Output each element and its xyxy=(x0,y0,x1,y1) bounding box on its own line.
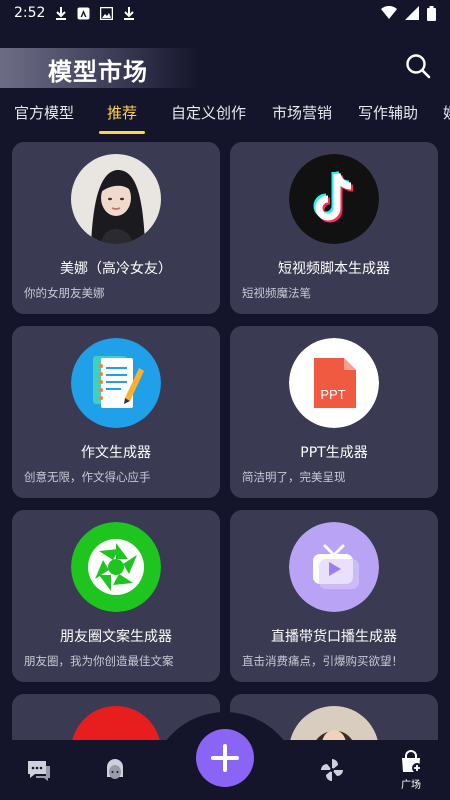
notebook-pencil-icon xyxy=(71,338,161,428)
model-card-essay-generator[interactable]: 作文生成器 创意无限，作文得心应手 xyxy=(12,326,220,498)
tab-marketing[interactable]: 市场营销 xyxy=(272,102,332,123)
card-description: 创意无限，作文得心应手 xyxy=(24,470,151,484)
app-notification-icon xyxy=(77,7,90,19)
card-title: 美娜（高冷女友） xyxy=(60,261,172,277)
chat-icon xyxy=(28,761,50,781)
model-card-livestream-copy[interactable]: 直播带货口播生成器 直击消费痛点，引爆购买欲望！ xyxy=(230,510,438,682)
tab-writing-assist[interactable]: 写作辅助 xyxy=(358,102,418,123)
signal-icon xyxy=(405,6,419,20)
nav-plaza[interactable]: 广场 xyxy=(381,740,441,800)
camera-aperture-icon xyxy=(71,522,161,612)
model-card-short-video-script[interactable]: 短视频脚本生成器 短视频魔法笔 xyxy=(230,142,438,314)
ppt-badge-text: PPT xyxy=(320,387,345,402)
active-tab-indicator xyxy=(99,131,145,134)
battery-icon xyxy=(427,5,436,21)
tab-recommended[interactable]: 推荐 xyxy=(107,102,137,123)
nav-character[interactable] xyxy=(85,740,145,800)
status-time: 2:52 xyxy=(14,5,46,21)
tab-entertainment[interactable]: 娱 xyxy=(443,102,450,123)
tiktok-logo-icon xyxy=(289,154,379,244)
portrait-girl-icon xyxy=(71,154,161,244)
model-card-moments-copy[interactable]: 朋友圈文案生成器 朋友圈，我为你创造最佳文案 xyxy=(12,510,220,682)
tab-custom-creation[interactable]: 自定义创作 xyxy=(171,102,246,123)
photo-icon xyxy=(100,6,114,20)
model-card-ppt-generator[interactable]: PPT PPT生成器 简洁明了，完美呈现 xyxy=(230,326,438,498)
pinwheel-icon xyxy=(321,759,343,781)
page-title: 模型市场 xyxy=(48,58,148,86)
character-icon xyxy=(107,759,123,779)
status-bar: 2:52 xyxy=(0,0,450,26)
header: 模型市场 xyxy=(0,40,450,96)
card-title: 朋友圈文案生成器 xyxy=(60,629,172,645)
plus-icon xyxy=(211,744,239,772)
tv-play-icon xyxy=(289,522,379,612)
download-icon xyxy=(56,7,67,20)
plaza-icon xyxy=(402,749,422,773)
card-title: 作文生成器 xyxy=(81,445,151,461)
card-description: 简洁明了，完美呈现 xyxy=(242,470,346,484)
card-title: 直播带货口播生成器 xyxy=(271,629,397,645)
create-button[interactable] xyxy=(196,729,254,787)
card-description: 直击消费痛点，引爆购买欲望！ xyxy=(242,654,403,668)
card-title: PPT生成器 xyxy=(300,445,368,461)
card-description: 你的女朋友美娜 xyxy=(24,286,105,300)
card-title: 短视频脚本生成器 xyxy=(278,261,390,277)
nav-chat[interactable] xyxy=(9,740,69,800)
search-icon[interactable] xyxy=(404,52,432,80)
nav-plaza-label: 广场 xyxy=(401,779,421,791)
card-description: 短视频魔法笔 xyxy=(242,286,311,300)
tab-official-models[interactable]: 官方模型 xyxy=(14,102,74,123)
ppt-file-icon: PPT xyxy=(289,338,379,428)
wifi-icon xyxy=(381,6,397,19)
card-description: 朋友圈，我为你创造最佳文案 xyxy=(24,654,174,668)
download-icon xyxy=(124,7,135,20)
model-card-meina[interactable]: 美娜（高冷女友） 你的女朋友美娜 xyxy=(12,142,220,314)
category-tabs: 官方模型 推荐 自定义创作 市场营销 写作辅助 娱 xyxy=(0,98,450,138)
nav-discover[interactable] xyxy=(302,740,362,800)
